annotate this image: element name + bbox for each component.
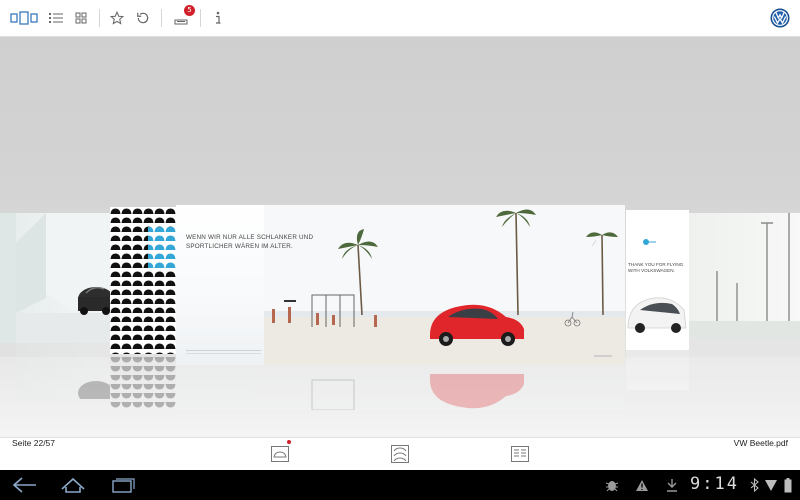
downloads-icon[interactable]: 5 <box>172 5 195 28</box>
cars-list-icon[interactable] <box>390 444 410 464</box>
vw-logo-icon[interactable] <box>769 8 791 28</box>
battery-icon <box>782 475 794 495</box>
refresh-icon[interactable] <box>134 8 152 28</box>
downloads-badge: 5 <box>184 5 195 16</box>
toolbar-divider <box>161 9 162 27</box>
street-lamps-photo <box>689 213 800 338</box>
back-icon[interactable] <box>12 475 38 495</box>
status-clock: 9:14 <box>690 474 739 494</box>
left-page-reflection <box>16 343 110 399</box>
spread-reflection <box>176 365 625 410</box>
home-icon[interactable] <box>60 475 86 495</box>
debug-icon <box>604 475 620 495</box>
document-viewer[interactable]: WENN WIR NUR ALLE SCHLANKER UND SPORTLIC… <box>0 37 800 437</box>
top-toolbar: 5 <box>0 0 800 37</box>
page-thumbnail-far-right[interactable] <box>689 213 800 338</box>
small-print <box>186 350 261 354</box>
system-navigation-bar: 9:14 <box>0 470 800 500</box>
page-thumbnail-pattern[interactable] <box>110 207 176 354</box>
toolbar-divider <box>200 9 201 27</box>
spread-headline: WENN WIR NUR ALLE SCHLANKER UND SPORTLIC… <box>186 234 314 250</box>
page-indicator: Seite 22/57 <box>12 438 56 448</box>
black-beetle-car <box>78 286 110 315</box>
beetle-pattern-graphic <box>110 207 176 354</box>
pattern-page-reflection <box>110 354 176 409</box>
info-icon[interactable] <box>209 8 227 28</box>
car-view-icon[interactable] <box>270 440 291 464</box>
document-info-bar: Seite 22/57 VW Beetle.pdf <box>0 437 800 470</box>
far-right-reflection <box>689 338 800 388</box>
page-thumbnail-left[interactable] <box>16 213 110 343</box>
page-view-icon[interactable] <box>10 8 38 28</box>
toolbar-divider <box>99 9 100 27</box>
file-name: VW Beetle.pdf <box>733 438 788 448</box>
list-icon[interactable] <box>47 8 65 28</box>
download-status-icon <box>664 475 680 495</box>
beach-photo <box>264 205 625 365</box>
star-icon[interactable] <box>108 8 126 28</box>
current-page-spread[interactable]: WENN WIR NUR ALLE SCHLANKER UND SPORTLIC… <box>176 205 625 365</box>
recent-apps-icon[interactable] <box>110 475 136 495</box>
wifi-icon <box>763 475 779 495</box>
white-beetle-photo <box>627 239 687 333</box>
app-window: 5 WENN WIR NUR ALLE SCHLANKER UND SPORTL… <box>0 0 800 500</box>
warning-icon <box>634 475 650 495</box>
building-photo <box>16 213 110 343</box>
active-mode-dot <box>287 440 291 444</box>
grid-icon[interactable] <box>72 8 90 28</box>
text-view-icon[interactable] <box>510 444 530 464</box>
page-thumbnail-edge[interactable] <box>0 213 16 343</box>
bluetooth-icon <box>748 475 760 495</box>
page-thumbnail-right[interactable]: THANK YOU FOR FLYING WITH VOLKSWAGEN. <box>626 210 689 350</box>
right-page-text: THANK YOU FOR FLYING WITH VOLKSWAGEN. <box>628 262 684 273</box>
right-page-reflection <box>626 350 689 390</box>
